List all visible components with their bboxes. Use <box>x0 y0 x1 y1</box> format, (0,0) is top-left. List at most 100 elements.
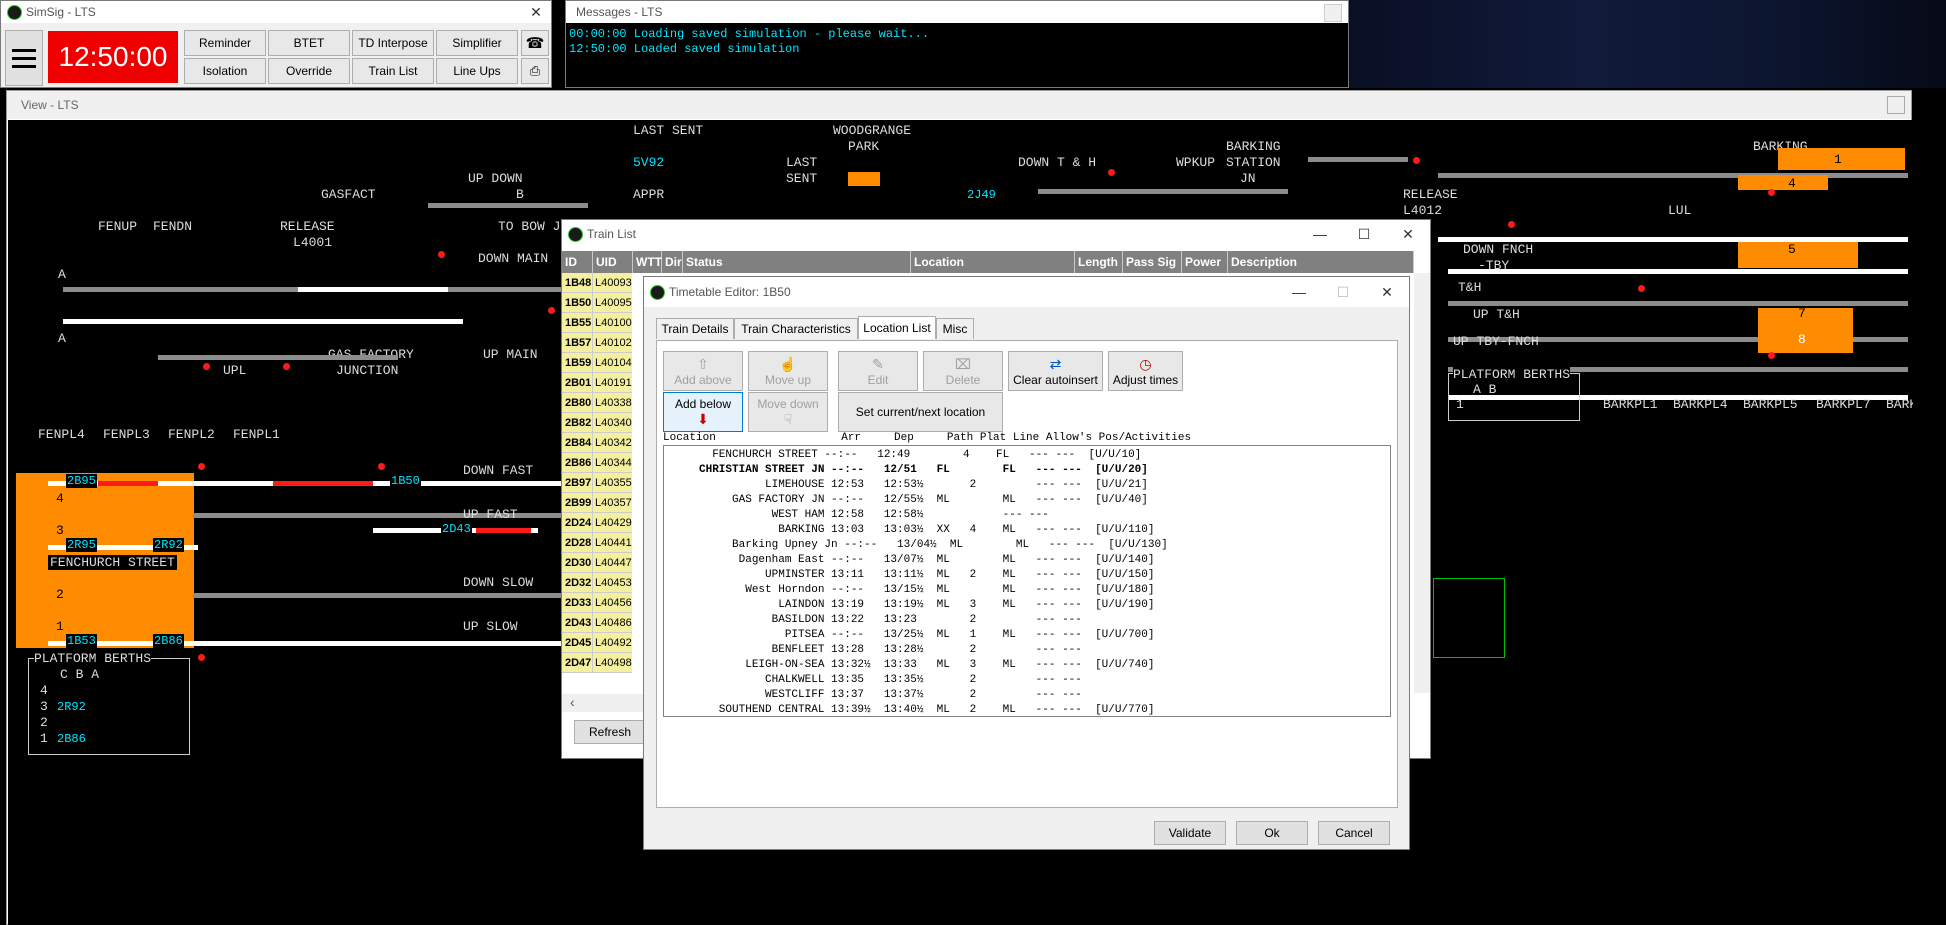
col-wtt[interactable]: WTT <box>633 251 662 273</box>
refresh-button[interactable]: Refresh <box>574 720 646 744</box>
list-item[interactable]: CHALKWELL 13:35 13:35½ 2 --- --- <box>666 673 1082 688</box>
col-id[interactable]: ID <box>562 251 593 273</box>
list-item[interactable]: LAINDON 13:19 13:19½ ML 3 ML --- --- [U/… <box>666 598 1154 613</box>
signal-9[interactable] <box>1413 157 1420 164</box>
table-row[interactable]: 2D43 L40486 <box>562 613 632 633</box>
list-item[interactable]: FENCHURCH STREET --:-- 12:49 4 FL --- --… <box>666 448 1141 463</box>
list-item[interactable]: Dagenham East --:-- 13/07½ ML ML --- ---… <box>666 553 1155 568</box>
table-row[interactable]: 1B55 L40100 <box>562 313 632 333</box>
berth-2b86[interactable]: 2B86 <box>153 634 184 648</box>
berth-2r95[interactable]: 2R95 <box>66 538 97 552</box>
menu-icon[interactable] <box>5 30 43 86</box>
clock-display[interactable]: 12:50:00 <box>48 31 178 83</box>
signal-10[interactable] <box>1768 189 1775 196</box>
signal-6[interactable] <box>378 463 385 470</box>
btet-button[interactable]: BTET <box>268 30 350 56</box>
signal-4[interactable] <box>283 363 290 370</box>
signal-5[interactable] <box>198 463 205 470</box>
pb-berth-2b86[interactable]: 2B86 <box>56 732 87 746</box>
table-row[interactable]: 2B86 L40344 <box>562 453 632 473</box>
berth-2b95[interactable]: 2B95 <box>66 474 97 488</box>
tab-misc[interactable]: Misc <box>936 318 974 339</box>
list-item[interactable]: GAS FACTORY JN --:-- 12/55½ ML ML --- --… <box>666 493 1148 508</box>
berth-1b50[interactable]: 1B50 <box>390 474 421 488</box>
train-list-close-icon[interactable]: ✕ <box>1386 223 1430 245</box>
table-row[interactable]: 2D47 L40498 <box>562 653 632 673</box>
tab-train-characteristics[interactable]: Train Characteristics <box>734 318 858 339</box>
editor-minimize-icon[interactable]: — <box>1277 281 1321 303</box>
td-interpose-button[interactable]: TD Interpose <box>352 30 434 56</box>
signal-2[interactable] <box>548 307 555 314</box>
list-item[interactable]: LEIGH-ON-SEA 13:32½ 13:33 ML 3 ML --- --… <box>666 658 1154 673</box>
col-length[interactable]: Length <box>1075 251 1123 273</box>
signal-12[interactable] <box>1638 285 1645 292</box>
pb-berth-2r92[interactable]: 2R92 <box>56 700 87 714</box>
isolation-button[interactable]: Isolation <box>184 58 266 84</box>
list-item[interactable]: WESTCLIFF 13:37 13:37½ 2 --- --- <box>666 688 1082 703</box>
tab-location-list[interactable]: Location List <box>858 316 936 339</box>
simplifier-button[interactable]: Simplifier <box>436 30 518 56</box>
train-list-maximize-icon[interactable]: ☐ <box>1342 223 1386 245</box>
table-row[interactable]: 2B80 L40338 <box>562 393 632 413</box>
list-item[interactable]: LIMEHOUSE 12:53 12:53½ 2 --- --- [U/U/21… <box>666 478 1148 493</box>
table-row[interactable]: 2D28 L40441 <box>562 533 632 553</box>
phone-icon[interactable]: ☎ <box>521 30 549 56</box>
printer-icon[interactable]: ⎙ <box>521 58 549 84</box>
list-item[interactable]: WEST HAM 12:58 12:58½ --- --- <box>666 508 1049 523</box>
cancel-button[interactable]: Cancel <box>1318 821 1390 845</box>
signal-11[interactable] <box>1508 221 1515 228</box>
table-row[interactable]: 2B84 L40342 <box>562 433 632 453</box>
train-list-minimize-icon[interactable]: — <box>1298 223 1342 245</box>
table-row[interactable]: 2D32 L40453 <box>562 573 632 593</box>
col-description[interactable]: Description <box>1228 251 1414 273</box>
add-below-button[interactable]: Add below ⬇ <box>663 392 743 432</box>
line-ups-button[interactable]: Line Ups <box>436 58 518 84</box>
table-row[interactable]: 2B01 L40191 <box>562 373 632 393</box>
table-row[interactable]: 2D24 L40429 <box>562 513 632 533</box>
reminder-button[interactable]: Reminder <box>184 30 266 56</box>
list-item[interactable]: PITSEA --:-- 13/25½ ML 1 ML --- --- [U/U… <box>666 628 1155 643</box>
override-button[interactable]: Override <box>268 58 350 84</box>
table-row[interactable]: 1B48 L40093 <box>562 273 632 293</box>
col-location[interactable]: Location <box>911 251 1075 273</box>
signal-13[interactable] <box>1768 352 1775 359</box>
berth-2d43[interactable]: 2D43 <box>441 522 472 536</box>
signal-1[interactable] <box>438 251 445 258</box>
train-list-button[interactable]: Train List <box>352 58 434 84</box>
col-power[interactable]: Power <box>1182 251 1228 273</box>
signal-3[interactable] <box>203 363 210 370</box>
list-item[interactable]: Barking Upney Jn --:-- 13/04½ ML ML --- … <box>666 538 1168 553</box>
table-row[interactable]: 2B97 L40355 <box>562 473 632 493</box>
berth-2r92[interactable]: 2R92 <box>153 538 184 552</box>
col-pass-sig[interactable]: Pass Sig <box>1123 251 1182 273</box>
signal-8[interactable] <box>1108 169 1115 176</box>
list-item[interactable]: BASILDON 13:22 13:23 2 --- --- <box>666 613 1082 628</box>
list-item[interactable]: CHRISTIAN STREET JN --:-- 12/51 FL FL --… <box>666 463 1148 478</box>
clear-autoinsert-button[interactable]: ⇄ Clear autoinsert <box>1008 351 1103 391</box>
view-close-icon[interactable] <box>1887 96 1905 114</box>
adjust-times-button[interactable]: ◷ Adjust times <box>1108 351 1183 391</box>
signal-7[interactable] <box>198 654 205 661</box>
table-row[interactable]: 2B99 L40357 <box>562 493 632 513</box>
list-item[interactable]: UPMINSTER 13:11 13:11½ ML 2 ML --- --- [… <box>666 568 1154 583</box>
tab-train-details[interactable]: Train Details <box>656 318 734 339</box>
berth-2j49[interactable]: 2J49 <box>966 188 997 202</box>
table-row[interactable]: 2D45 L40492 <box>562 633 632 653</box>
table-row[interactable]: 1B50 L40095 <box>562 293 632 313</box>
messages-close-icon[interactable] <box>1324 4 1342 22</box>
table-row[interactable]: 1B57 L40102 <box>562 333 632 353</box>
set-current-next-button[interactable]: Set current/next location <box>838 392 1003 432</box>
simsig-close-icon[interactable]: ✕ <box>521 1 551 23</box>
table-row[interactable]: 2D33 L40456 <box>562 593 632 613</box>
table-row[interactable]: 2D30 L40447 <box>562 553 632 573</box>
list-item[interactable]: BARKING 13:03 13:03½ XX 4 ML --- --- [U/… <box>666 523 1154 538</box>
col-status[interactable]: Status <box>683 251 911 273</box>
table-row[interactable]: 2B82 L40340 <box>562 413 632 433</box>
train-list-hscroll[interactable]: ‹ <box>562 694 652 712</box>
berth-1b53[interactable]: 1B53 <box>66 634 97 648</box>
list-item[interactable]: West Horndon --:-- 13/15½ ML ML --- --- … <box>666 583 1154 598</box>
list-item[interactable]: BENFLEET 13:28 13:28½ 2 --- --- <box>666 643 1082 658</box>
editor-close-icon[interactable]: ✕ <box>1365 281 1409 303</box>
table-row[interactable]: 1B59 L40104 <box>562 353 632 373</box>
col-uid[interactable]: UID <box>593 251 633 273</box>
